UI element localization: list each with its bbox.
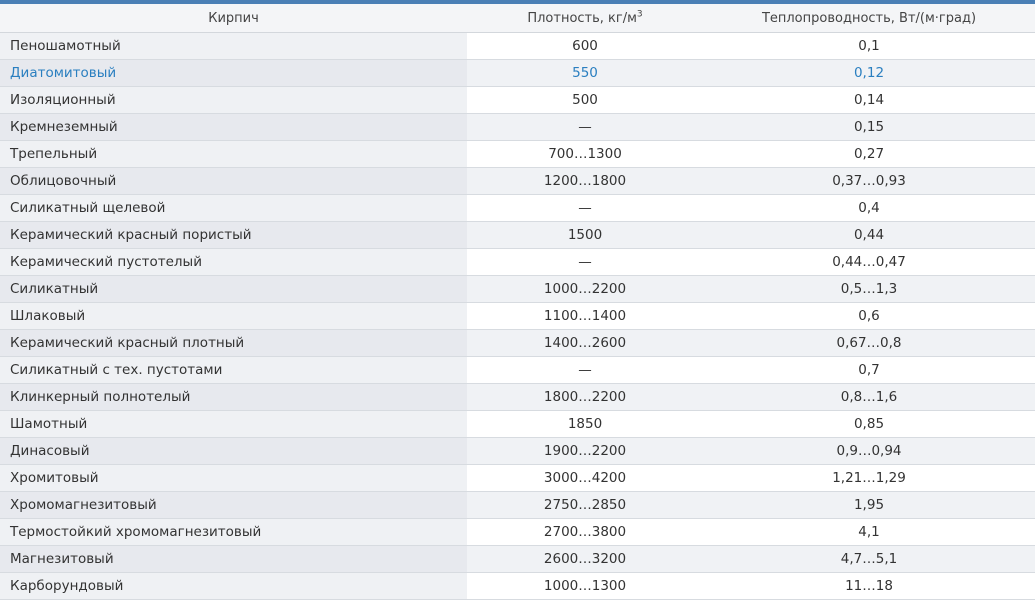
cell-conductivity: 0,7	[703, 356, 1035, 384]
cell-brick-name: Диатомитовый	[0, 59, 467, 87]
cell-conductivity: 4,7…5,1	[703, 545, 1035, 573]
table-row: Магнезитовый 2600…3200 4,7…5,1	[0, 545, 1035, 573]
cell-conductivity: 1,95	[703, 491, 1035, 519]
table-row: Хромомагнезитовый 2750…2850 1,95	[0, 491, 1035, 519]
cell-brick-name: Силикатный с тех. пустотами	[0, 356, 467, 384]
cell-conductivity: 0,12	[703, 59, 1035, 87]
cell-density: 1200…1800	[467, 167, 703, 195]
cell-density: 3000…4200	[467, 464, 703, 492]
cell-conductivity: 0,67…0,8	[703, 329, 1035, 357]
cell-conductivity: 0,15	[703, 113, 1035, 141]
cell-conductivity: 4,1	[703, 518, 1035, 546]
cell-density: —	[467, 194, 703, 222]
table-row: Хромитовый 3000…4200 1,21…1,29	[0, 464, 1035, 492]
table-row: Изоляционный 500 0,14	[0, 86, 1035, 114]
cell-brick-name: Термостойкий хромомагнезитовый	[0, 518, 467, 546]
cell-conductivity: 0,5…1,3	[703, 275, 1035, 303]
cell-density: 2750…2850	[467, 491, 703, 519]
table-row: Пеношамотный 600 0,1	[0, 32, 1035, 60]
cell-brick-name: Силикатный щелевой	[0, 194, 467, 222]
cell-conductivity: 0,8…1,6	[703, 383, 1035, 411]
cell-density: 2700…3800	[467, 518, 703, 546]
cell-brick-name: Керамический красный плотный	[0, 329, 467, 357]
cell-brick-name: Трепельный	[0, 140, 467, 168]
header-row: Кирпич Плотность, кг/м3 Теплопроводность…	[0, 4, 1035, 33]
cell-brick-name: Облицовочный	[0, 167, 467, 195]
cell-conductivity: 0,1	[703, 32, 1035, 60]
cell-conductivity: 0,44…0,47	[703, 248, 1035, 276]
table-row: Шамотный 1850 0,85	[0, 410, 1035, 438]
cell-brick-name: Хромомагнезитовый	[0, 491, 467, 519]
cell-brick-name: Карборундовый	[0, 572, 467, 600]
cell-conductivity: 0,44	[703, 221, 1035, 249]
cell-density: 700…1300	[467, 140, 703, 168]
cell-brick-name: Клинкерный полнотелый	[0, 383, 467, 411]
header-conductivity: Теплопроводность, Вт/(м·град)	[703, 4, 1035, 33]
cell-density: 500	[467, 86, 703, 114]
cell-conductivity: 0,37…0,93	[703, 167, 1035, 195]
cell-density: 2600…3200	[467, 545, 703, 573]
cell-brick-name: Керамический пустотелый	[0, 248, 467, 276]
table-row: Трепельный 700…1300 0,27	[0, 140, 1035, 168]
page: Кирпич Плотность, кг/м3 Теплопроводность…	[0, 0, 1035, 603]
header-brick: Кирпич	[0, 4, 467, 33]
cell-density: 1500	[467, 221, 703, 249]
cell-brick-name: Изоляционный	[0, 86, 467, 114]
cell-brick-name: Пеношамотный	[0, 32, 467, 60]
table-row: Силикатный 1000…2200 0,5…1,3	[0, 275, 1035, 303]
table-row: Клинкерный полнотелый 1800…2200 0,8…1,6	[0, 383, 1035, 411]
table-row: Силикатный щелевой —0,4	[0, 194, 1035, 222]
cell-density: 1850	[467, 410, 703, 438]
cell-density: —	[467, 248, 703, 276]
cell-conductivity: 0,27	[703, 140, 1035, 168]
table-header: Кирпич Плотность, кг/м3 Теплопроводность…	[0, 4, 1035, 33]
cell-conductivity: 1,21…1,29	[703, 464, 1035, 492]
table-row: Керамический красный пористый 1500 0,44	[0, 221, 1035, 249]
table-row: Динасовый 1900…2200 0,9…0,94	[0, 437, 1035, 465]
cell-brick-name: Магнезитовый	[0, 545, 467, 573]
table-row: Диатомитовый 550 0,12	[0, 59, 1035, 87]
table-row: Облицовочный 1200…1800 0,37…0,93	[0, 167, 1035, 195]
cell-conductivity: 0,14	[703, 86, 1035, 114]
cell-conductivity: 0,85	[703, 410, 1035, 438]
header-density-label: Плотность, кг/м	[527, 10, 637, 26]
cell-conductivity: 0,9…0,94	[703, 437, 1035, 465]
cell-brick-name: Шлаковый	[0, 302, 467, 330]
header-density-exponent: 3	[636, 9, 643, 20]
header-density: Плотность, кг/м3	[467, 4, 703, 33]
cell-density: 600	[467, 32, 703, 60]
cell-density: 1900…2200	[467, 437, 703, 465]
cell-brick-name: Силикатный	[0, 275, 467, 303]
table-row: Карборундовый 1000…1300 11…18	[0, 572, 1035, 600]
cell-conductivity: 11…18	[703, 572, 1035, 600]
table-row: Шлаковый 1100…1400 0,6	[0, 302, 1035, 330]
cell-density: 1000…1300	[467, 572, 703, 600]
header-brick-label: Кирпич	[208, 10, 259, 26]
table-row: Термостойкий хромомагнезитовый 2700…3800 4…	[0, 518, 1035, 546]
cell-brick-name: Кремнеземный	[0, 113, 467, 141]
cell-brick-name: Керамический красный пористый	[0, 221, 467, 249]
cell-conductivity: 0,6	[703, 302, 1035, 330]
cell-brick-name: Динасовый	[0, 437, 467, 465]
table-row: Керамический пустотелый —0,44…0,47	[0, 248, 1035, 276]
cell-brick-name: Хромитовый	[0, 464, 467, 492]
table-body: Пеношамотный 600 0,1 Диатомитовый 550 0,12 Изо…	[0, 32, 1035, 600]
table-row: Кремнеземный —0,15	[0, 113, 1035, 141]
cell-density: —	[467, 356, 703, 384]
cell-density: 550	[467, 59, 703, 87]
brick-properties-table: Кирпич Плотность, кг/м3 Теплопроводность…	[0, 4, 1035, 600]
table-row: Силикатный с тех. пустотами —0,7	[0, 356, 1035, 384]
cell-density: 1100…1400	[467, 302, 703, 330]
header-conductivity-label: Теплопроводность, Вт/(м·град)	[761, 10, 977, 26]
cell-density: 1000…2200	[467, 275, 703, 303]
cell-density: 1800…2200	[467, 383, 703, 411]
cell-density: 1400…2600	[467, 329, 703, 357]
table-row: Керамический красный плотный 1400…2600 0,6…	[0, 329, 1035, 357]
cell-brick-name: Шамотный	[0, 410, 467, 438]
cell-conductivity: 0,4	[703, 194, 1035, 222]
cell-density: —	[467, 113, 703, 141]
